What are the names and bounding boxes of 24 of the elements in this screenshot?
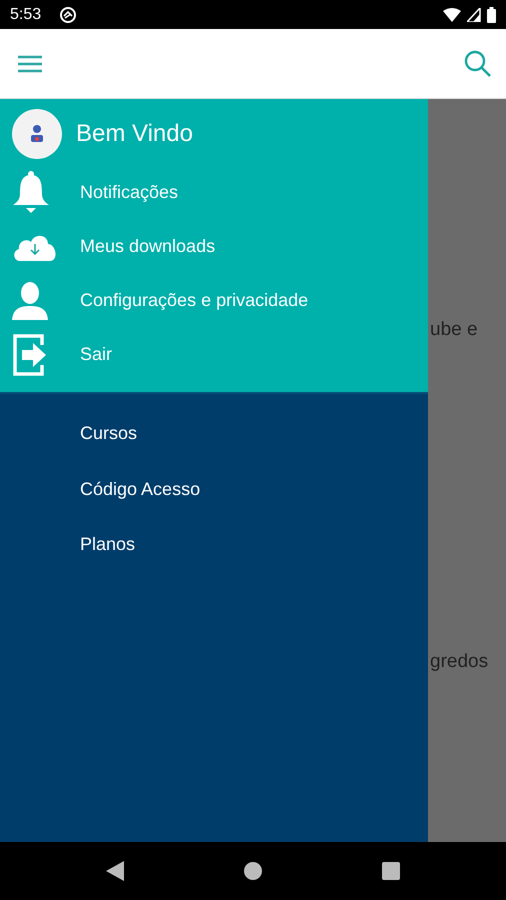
recents-icon [382,862,400,880]
back-icon [106,861,124,881]
menu-icon [18,54,42,72]
wifi-icon [443,8,461,22]
drawer-menu-item[interactable]: Notificações [12,165,428,220]
search-icon [464,50,492,78]
drawer-menu-item[interactable]: Meus downloads [12,219,428,274]
bell-icon [12,170,50,214]
sync-icon [59,6,78,24]
drawer-link[interactable]: Cursos [80,406,138,462]
signal-icon [467,8,481,22]
drawer-menu-item[interactable]: Configurações e privacidade [12,274,428,328]
background-text: ube e [430,319,478,341]
user-icon [29,124,45,144]
background-text: gredos [430,651,488,673]
battery-icon [487,6,496,22]
status-time: 5:53 [10,6,42,24]
drawer-menu-item[interactable]: Sair [12,328,428,382]
person-icon [12,282,48,320]
exit-icon [12,332,48,377]
drawer-link[interactable]: Código Acesso [80,462,200,517]
home-icon [244,862,262,880]
welcome-title: Bem Vindo [76,120,193,148]
drawer-link[interactable]: Planos [80,517,136,572]
